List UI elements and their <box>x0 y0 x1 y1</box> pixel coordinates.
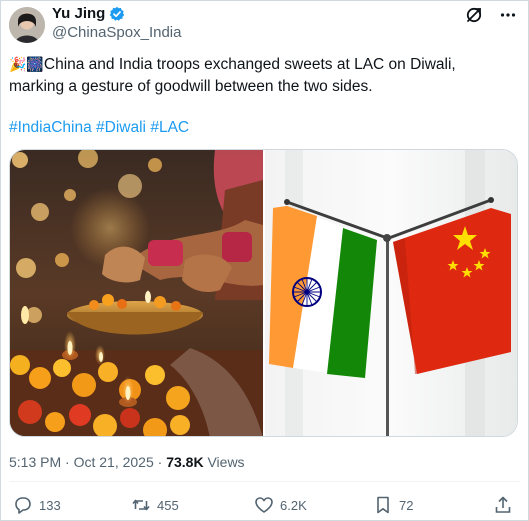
party-emoji: 🎉🎆 <box>9 56 44 72</box>
action-bar: 133 455 6.2K 72 <box>9 495 520 517</box>
divider <box>9 481 520 482</box>
top-actions <box>464 5 518 25</box>
tweet-card: Yu Jing @ChinaSpox_India 🎉🎆China and Ind… <box>0 0 529 521</box>
like-button[interactable]: 6.2K <box>254 495 307 515</box>
tweet-text-line2: marking a gesture of goodwill between th… <box>9 78 373 95</box>
display-name[interactable]: Yu Jing <box>52 5 105 23</box>
bookmark-count: 72 <box>399 497 414 513</box>
meta-separator: · <box>61 454 74 470</box>
media-image-diwali[interactable] <box>10 150 263 436</box>
tweet-text: 🎉🎆China and India troops exchanged sweet… <box>9 53 519 98</box>
more-icon[interactable] <box>498 5 518 25</box>
media-gallery <box>9 149 518 437</box>
grok-icon[interactable] <box>464 5 484 25</box>
reply-button[interactable]: 133 <box>13 495 61 515</box>
retweet-button[interactable]: 455 <box>131 495 179 515</box>
retweet-count: 455 <box>157 497 179 513</box>
hashtag-link[interactable]: #Diwali <box>96 119 146 136</box>
hashtags: #IndiaChina #Diwali #LAC <box>9 118 189 138</box>
hashtag-link[interactable]: #LAC <box>150 119 189 136</box>
meta-separator: · <box>153 454 167 470</box>
tweet-date[interactable]: Oct 21, 2025 <box>74 454 154 470</box>
hashtag-link[interactable]: #IndiaChina <box>9 119 92 136</box>
like-icon <box>255 497 273 513</box>
share-button[interactable] <box>493 495 513 515</box>
reply-count: 133 <box>39 497 61 513</box>
avatar[interactable] <box>9 7 45 43</box>
views-count: 73.8K <box>166 454 204 470</box>
tweet-header: Yu Jing @ChinaSpox_India <box>9 5 520 45</box>
verified-badge-icon <box>109 6 125 22</box>
tweet-meta: 5:13 PM · Oct 21, 2025 · 73.8K Views <box>9 453 245 471</box>
name-row: Yu Jing <box>52 5 125 23</box>
views-label: Views <box>203 454 245 470</box>
share-icon <box>495 496 511 513</box>
handle[interactable]: @ChinaSpox_India <box>52 24 181 42</box>
tweet-time[interactable]: 5:13 PM <box>9 454 61 470</box>
bookmark-icon <box>377 496 389 514</box>
bookmark-button[interactable]: 72 <box>373 495 413 515</box>
media-image-flags[interactable] <box>264 150 517 436</box>
reply-icon <box>15 497 31 514</box>
retweet-icon <box>132 499 150 511</box>
like-count: 6.2K <box>280 497 307 513</box>
tweet-text-line1: China and India troops exchanged sweets … <box>43 56 456 73</box>
